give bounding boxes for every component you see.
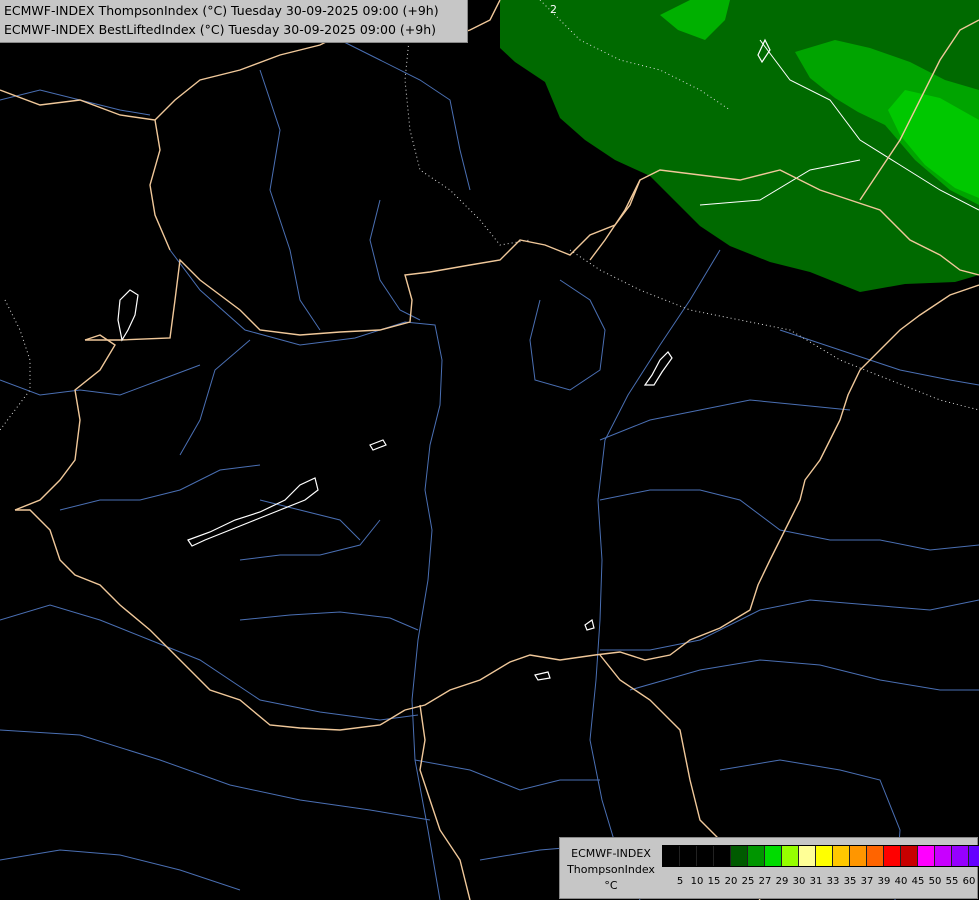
legend-tick-label: 25	[741, 876, 755, 887]
legend-tick-label: 40	[894, 876, 908, 887]
legend-swatch	[782, 846, 799, 866]
legend-tick-label: 5	[676, 876, 684, 887]
legend-tick-labels: 5 10 15 20 25 27 29 30 31 33 35 37 39 40 45 50 55 60	[662, 876, 976, 890]
legend-swatch	[748, 846, 765, 866]
legend-swatch	[680, 846, 697, 866]
legend-variable-name: ThompsonIndex	[567, 863, 655, 876]
legend-tick-label: 29	[775, 876, 789, 887]
legend-tick-label: 31	[809, 876, 823, 887]
contour-label: 2	[550, 3, 557, 16]
legend-tick-label: 37	[860, 876, 874, 887]
legend-swatch	[918, 846, 935, 866]
weather-map: 2	[0, 0, 979, 900]
legend-tick-label: 20	[724, 876, 738, 887]
legend-tick-label: 35	[843, 876, 857, 887]
legend-tick-label: 39	[877, 876, 891, 887]
legend-tick-label: 15	[707, 876, 721, 887]
legend-swatch	[663, 846, 680, 866]
legend-swatch	[952, 846, 969, 866]
legend-tick-label: 50	[928, 876, 942, 887]
legend-tick-label: 33	[826, 876, 840, 887]
title-best-lifted-index: ECMWF-INDEX BestLiftedIndex (°C) Tuesday…	[4, 22, 437, 37]
legend-swatch	[884, 846, 901, 866]
title-thompson-index: ECMWF-INDEX ThompsonIndex (°C) Tuesday 3…	[4, 3, 439, 18]
color-legend: ECMWF-INDEX ThompsonIndex °C 5 10 15 20 25 27…	[559, 837, 979, 899]
legend-swatch	[901, 846, 918, 866]
legend-swatch	[765, 846, 782, 866]
legend-tick-label: 55	[945, 876, 959, 887]
map-title-box: ECMWF-INDEX ThompsonIndex (°C) Tuesday 3…	[0, 0, 468, 43]
legend-swatch	[816, 846, 833, 866]
legend-swatch	[731, 846, 748, 866]
legend-swatch	[867, 846, 884, 866]
legend-tick-label: 60	[962, 876, 976, 887]
legend-tick-label: 10	[690, 876, 704, 887]
legend-tick-label: 30	[792, 876, 806, 887]
legend-swatch	[969, 846, 979, 866]
legend-tick-label: 27	[758, 876, 772, 887]
legend-swatch	[935, 846, 952, 866]
legend-swatch	[714, 846, 731, 866]
legend-swatch	[833, 846, 850, 866]
legend-swatches	[662, 845, 979, 867]
legend-swatch	[850, 846, 867, 866]
legend-unit: °C	[604, 879, 618, 892]
legend-tick-label: 45	[911, 876, 925, 887]
legend-swatch	[697, 846, 714, 866]
legend-model-name: ECMWF-INDEX	[571, 847, 651, 860]
legend-swatch	[799, 846, 816, 866]
